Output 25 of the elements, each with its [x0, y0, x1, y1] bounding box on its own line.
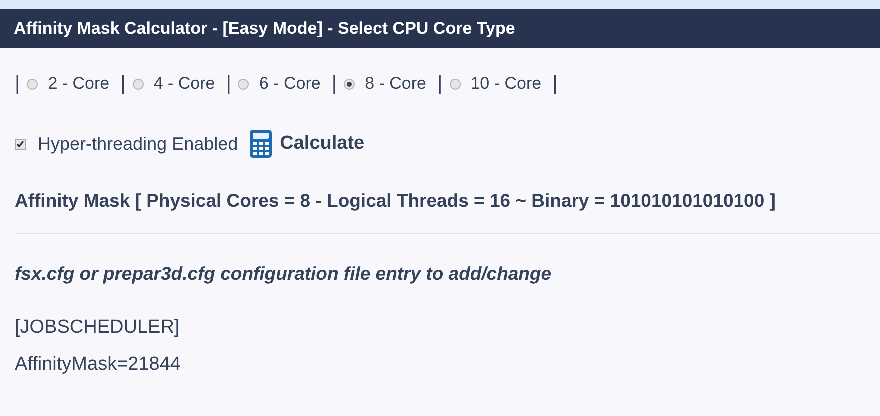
hyperthreading-checkbox[interactable] [15, 138, 26, 150]
core-option[interactable]: 2 - Core [27, 74, 114, 94]
separator: | [438, 72, 443, 96]
core-option[interactable]: 8 - Core [344, 74, 430, 94]
separator: | [226, 72, 232, 96]
radio-button[interactable] [132, 78, 144, 90]
radio-button[interactable] [450, 78, 461, 90]
radio-button[interactable] [27, 78, 38, 90]
config-line: [JOBSCHEDULER] [15, 316, 180, 340]
affinity-mask-result: Affinity Mask [ Physical Cores = 8 - Logical Threads = 16 ~ Binary = 101010101010100 ] [15, 190, 777, 212]
config-line: AffinityMask=21844 [15, 353, 181, 377]
config-heading: fsx.cfg or prepar3d.cfg configuration file entry to add/change [15, 263, 553, 285]
window-title: Affinity Mask Calculator - [Easy Mode] - Select CPU Core Type [0, 9, 880, 48]
radio-button[interactable] [238, 78, 250, 90]
calculator-icon [250, 130, 272, 158]
separator: | [332, 72, 338, 96]
core-option[interactable]: 6 - Core [238, 74, 325, 94]
core-option[interactable]: 10 - Core [450, 74, 546, 94]
radio-button[interactable] [344, 78, 356, 90]
core-option[interactable]: 4 - Core [132, 74, 220, 94]
separator: | [552, 72, 558, 96]
hyperthreading-label: Hyper-threading Enabled [38, 134, 238, 154]
calculate-button[interactable]: Calculate [250, 130, 365, 158]
separator: | [15, 72, 20, 96]
separator: | [120, 72, 126, 96]
